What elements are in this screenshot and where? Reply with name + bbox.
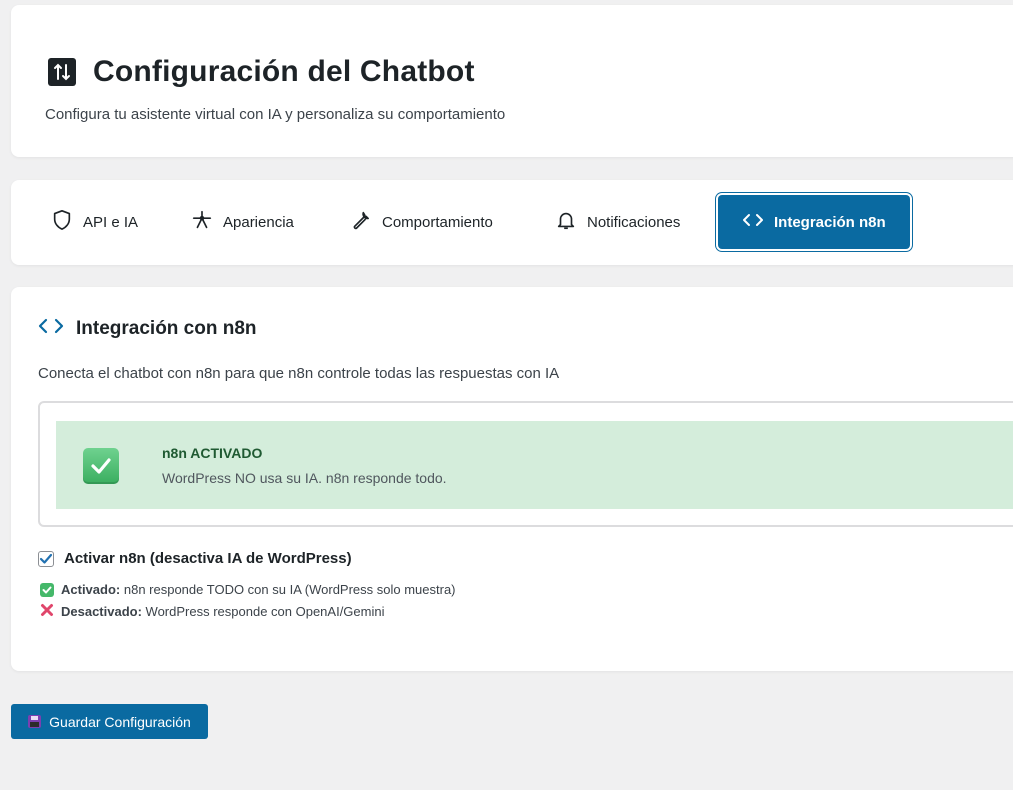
check-mark-icon <box>83 448 119 484</box>
status-text: WordPress NO usa su IA. n8n responde tod… <box>162 470 447 486</box>
tab-comportamiento[interactable]: Comportamiento <box>338 195 505 249</box>
note-activated-text: n8n responde TODO con su IA (WordPress s… <box>123 582 456 597</box>
cross-mark-icon <box>40 603 54 620</box>
note-deactivated-text: WordPress responde con OpenAI/Gemini <box>145 604 385 619</box>
note-deactivated-label: Desactivado: <box>61 604 142 619</box>
check-mark-icon <box>40 582 54 597</box>
page-title: Configuración del Chatbot <box>93 55 475 88</box>
section-heading: Integración con n8n <box>38 317 257 340</box>
status-banner: n8n ACTIVADO WordPress NO usa su IA. n8n… <box>56 421 1013 509</box>
n8n-settings-panel: Integración con n8n Conecta el chatbot c… <box>11 287 1013 671</box>
tab-integracion-n8n[interactable]: Integración n8n <box>718 195 910 249</box>
note-activated: Activado: n8n responde TODO con su IA (W… <box>40 582 456 597</box>
section-title: Integración con n8n <box>76 317 257 339</box>
section-description: Conecta el chatbot con n8n para que n8n … <box>38 365 560 382</box>
note-activated-label: Activado: <box>61 582 121 597</box>
activate-n8n-checkbox[interactable] <box>38 550 54 567</box>
activate-n8n-toggle[interactable]: Activar n8n (desactiva IA de WordPress) <box>38 550 352 567</box>
activate-n8n-label: Activar n8n (desactiva IA de WordPress) <box>64 550 352 567</box>
status-box: n8n ACTIVADO WordPress NO usa su IA. n8n… <box>38 401 1013 527</box>
code-icon <box>742 212 764 232</box>
save-button-label: Guardar Configuración <box>49 713 191 730</box>
tab-label: Notificaciones <box>587 213 681 231</box>
tab-label: Comportamiento <box>382 213 493 231</box>
sliders-icon <box>48 58 76 86</box>
wrench-icon <box>350 209 372 235</box>
tab-api-ia[interactable]: API e IA <box>39 195 150 249</box>
floppy-disk-icon <box>28 715 42 728</box>
shield-icon <box>51 209 73 235</box>
bell-icon <box>555 209 577 235</box>
title-row: Configuración del Chatbot <box>48 55 475 89</box>
tab-label: Apariencia <box>223 213 294 231</box>
note-deactivated: Desactivado: WordPress responde con Open… <box>40 603 384 620</box>
code-icon <box>38 317 64 340</box>
header-card: Configuración del Chatbot Configura tu a… <box>11 5 1013 157</box>
tabs-bar: API e IA Apariencia Comportamiento Notif… <box>11 180 1013 265</box>
tab-label: API e IA <box>83 213 139 231</box>
tab-notificaciones[interactable]: Notificaciones <box>543 195 692 249</box>
art-tool-icon <box>191 209 213 235</box>
save-settings-button[interactable]: Guardar Configuración <box>11 704 208 739</box>
tab-label: Integración n8n <box>774 213 886 231</box>
status-title: n8n ACTIVADO <box>162 445 263 461</box>
page-subtitle: Configura tu asistente virtual con IA y … <box>45 106 506 123</box>
tab-apariencia[interactable]: Apariencia <box>179 195 306 249</box>
